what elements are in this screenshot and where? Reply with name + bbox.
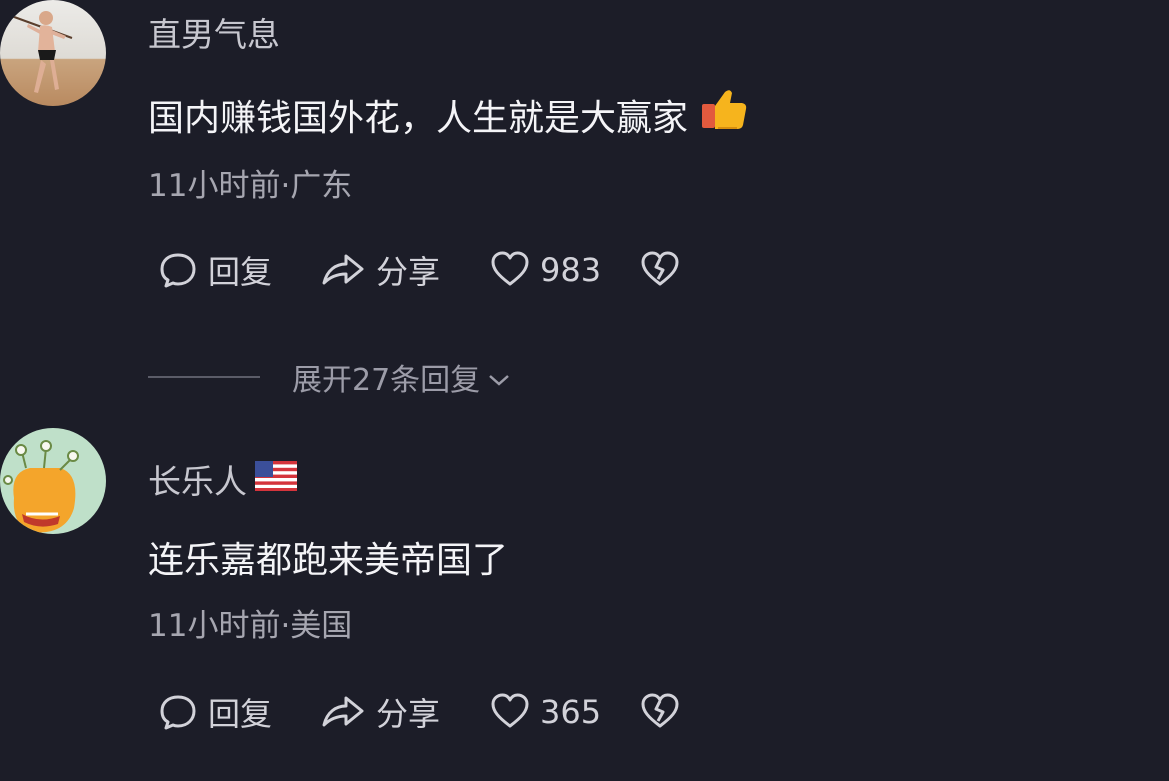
thumbs-up-icon bbox=[700, 88, 748, 141]
username-text: 直男气息 bbox=[148, 15, 280, 54]
username[interactable]: 长乐人 bbox=[148, 455, 297, 503]
username-text: 长乐人 bbox=[148, 462, 247, 501]
reply-label: 回复 bbox=[208, 695, 273, 733]
heart-icon bbox=[491, 251, 529, 286]
comment-item: 长乐人 连乐嘉都跑来美帝国了 11小时前·美国 回复 分享 365 bbox=[0, 425, 1169, 781]
comment-body: 连乐嘉都跑来美帝国了 bbox=[148, 540, 509, 581]
comment-body: 国内赚钱国外花，人生就是大赢家 bbox=[148, 97, 689, 139]
like-button[interactable]: 983 bbox=[490, 250, 640, 290]
avatar-cartoon-monster bbox=[0, 428, 106, 534]
divider-line bbox=[148, 376, 260, 378]
dislike-button[interactable] bbox=[640, 692, 680, 732]
like-count: 365 bbox=[540, 693, 602, 731]
share-button[interactable]: 分享 bbox=[320, 689, 490, 735]
expand-replies-button[interactable]: 展开27条回复 bbox=[148, 355, 510, 399]
comment-bubble-icon bbox=[160, 253, 196, 288]
heart-icon bbox=[491, 693, 529, 728]
comment-text: 国内赚钱国外花，人生就是大赢家 bbox=[148, 88, 748, 141]
comment-meta: 11小时前·美国 bbox=[148, 608, 353, 644]
broken-heart-icon bbox=[641, 251, 679, 286]
reply-button[interactable]: 回复 bbox=[158, 247, 320, 293]
avatar[interactable] bbox=[0, 0, 106, 106]
like-count: 983 bbox=[540, 251, 602, 289]
comment-bubble-icon bbox=[160, 695, 196, 730]
avatar-photo-dancer bbox=[0, 0, 106, 106]
dislike-button[interactable] bbox=[640, 250, 680, 290]
share-arrow-icon bbox=[322, 696, 364, 727]
comment-actions: 回复 分享 365 bbox=[158, 689, 680, 735]
avatar[interactable] bbox=[0, 428, 106, 534]
broken-heart-icon bbox=[641, 693, 679, 728]
comment-meta: 11小时前·广东 bbox=[148, 168, 353, 204]
share-label: 分享 bbox=[376, 253, 441, 291]
comment-item: 直男气息 国内赚钱国外花，人生就是大赢家 11小时前·广东 回复 分享 983 … bbox=[0, 0, 1169, 398]
like-button[interactable]: 365 bbox=[490, 692, 640, 732]
comment-text: 连乐嘉都跑来美帝国了 bbox=[148, 531, 508, 583]
reply-label: 回复 bbox=[208, 253, 273, 291]
chevron-down-icon bbox=[488, 360, 510, 395]
username[interactable]: 直男气息 bbox=[148, 8, 280, 56]
share-button[interactable]: 分享 bbox=[320, 247, 490, 293]
share-label: 分享 bbox=[376, 695, 441, 733]
reply-button[interactable]: 回复 bbox=[158, 689, 320, 735]
expand-replies-label: 展开27条回复 bbox=[292, 363, 481, 398]
comment-actions: 回复 分享 983 bbox=[158, 247, 680, 293]
share-arrow-icon bbox=[322, 254, 364, 285]
us-flag-icon bbox=[255, 460, 297, 499]
